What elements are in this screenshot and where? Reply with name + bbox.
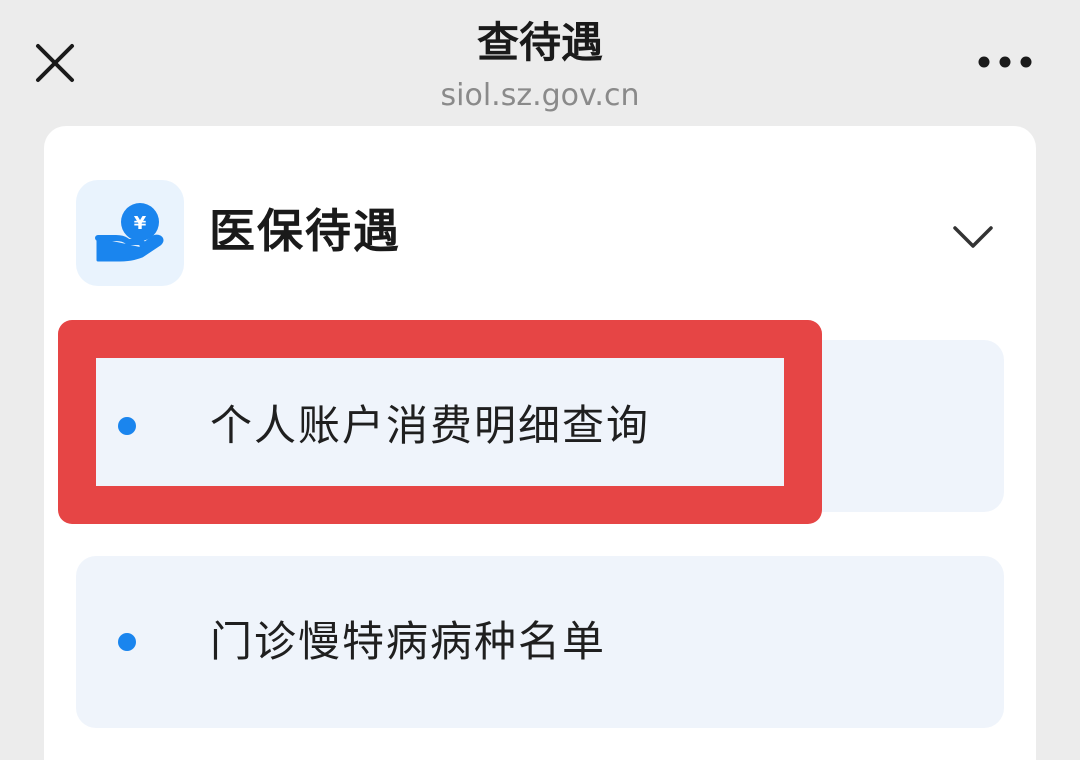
hand-yen-coin-icon: ¥ bbox=[95, 203, 164, 262]
section-header-medical-insurance[interactable]: ¥ 医保待遇 bbox=[44, 126, 1036, 306]
navigation-bar: 查待遇 siol.sz.gov.cn bbox=[0, 0, 1080, 126]
chevron-down-icon bbox=[953, 226, 993, 248]
page-title: 查待遇 bbox=[476, 18, 603, 67]
bullet-dot bbox=[118, 633, 136, 651]
svg-text:¥: ¥ bbox=[134, 213, 147, 234]
expand-toggle[interactable] bbox=[950, 222, 996, 252]
section-title: 医保待遇 bbox=[209, 204, 401, 258]
benefits-card: ¥ 医保待遇 个人账户消费明细查询 门诊慢特病病种名单 bbox=[44, 126, 1036, 760]
list-item-account-expense-query[interactable]: 个人账户消费明细查询 bbox=[76, 340, 1004, 512]
section-icon-tile: ¥ bbox=[76, 180, 184, 286]
list-item-label: 个人账户消费明细查询 bbox=[210, 401, 651, 450]
more-button[interactable] bbox=[970, 44, 1040, 80]
page-url: siol.sz.gov.cn bbox=[440, 78, 640, 113]
list-item-chronic-disease-list[interactable]: 门诊慢特病病种名单 bbox=[76, 556, 1004, 728]
bullet-dot bbox=[118, 417, 136, 435]
more-icon bbox=[978, 56, 1032, 68]
close-button[interactable] bbox=[26, 34, 84, 92]
close-icon bbox=[36, 44, 74, 82]
page: 查待遇 siol.sz.gov.cn ¥ 医保待遇 个人账户消费明细查询 门诊慢… bbox=[0, 0, 1080, 760]
list-item-label: 门诊慢特病病种名单 bbox=[210, 617, 607, 666]
